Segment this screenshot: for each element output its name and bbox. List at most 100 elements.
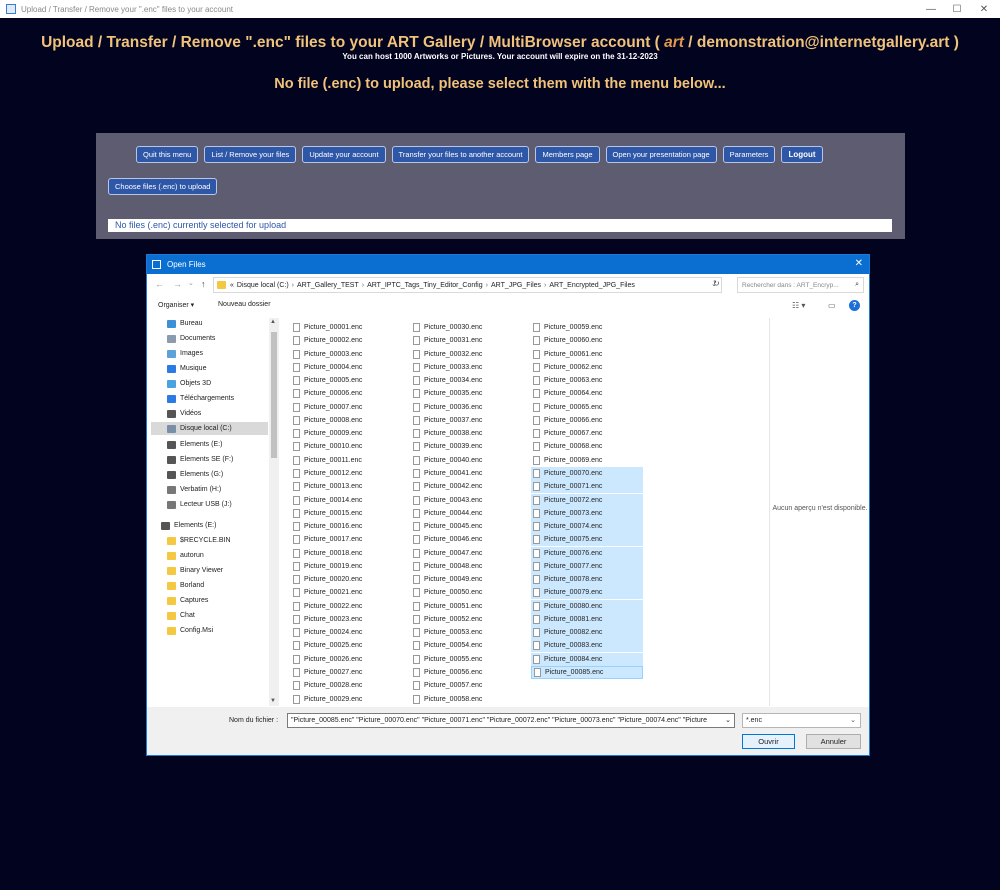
maximize-button[interactable]: ☐ [943,0,971,18]
file-item[interactable]: Picture_00009.enc [291,427,399,440]
minimize-button[interactable]: — [917,0,945,18]
file-item[interactable]: Picture_00032.enc [411,348,519,361]
file-item[interactable]: Picture_00040.enc [411,454,519,467]
file-item[interactable]: Picture_00085.enc [531,666,643,680]
file-item[interactable]: Picture_00078.enc [531,573,643,587]
nav-item[interactable]: Bureau [167,318,203,330]
navigation-scrollbar[interactable]: ▲ ▼ [269,318,279,706]
recent-dropdown-icon[interactable]: ⌄ [188,279,194,287]
file-item[interactable]: Picture_00026.enc [291,653,399,666]
file-item[interactable]: Picture_00072.enc [531,493,643,507]
scrollbar-thumb[interactable] [271,332,277,458]
file-item[interactable]: Picture_00062.enc [531,361,643,374]
file-item[interactable]: Picture_00060.enc [531,334,643,347]
list-remove-files-button[interactable]: List / Remove your files [204,146,297,163]
file-item[interactable]: Picture_00065.enc [531,401,643,414]
file-item[interactable]: Picture_00007.enc [291,401,399,414]
choose-files-button[interactable]: Choose files (.enc) to upload [108,178,218,195]
file-item[interactable]: Picture_00022.enc [291,600,399,613]
file-item[interactable]: Picture_00050.enc [411,586,519,599]
nav-item[interactable]: Chat [167,609,195,622]
nav-item[interactable]: Objets 3D [167,377,211,390]
up-arrow-icon[interactable]: ↑ [201,279,206,289]
nav-item[interactable]: Disque local (C:) [151,422,268,435]
nav-item[interactable]: Verbatim (H:) [167,483,221,496]
file-item[interactable]: Picture_00005.enc [291,374,399,387]
file-item[interactable]: Picture_00076.enc [531,546,643,560]
file-item[interactable]: Picture_00071.enc [531,480,643,494]
file-item[interactable]: Picture_00070.enc [531,466,643,480]
file-item[interactable]: Picture_00006.enc [291,387,399,400]
file-item[interactable]: Picture_00038.enc [411,427,519,440]
file-item[interactable]: Picture_00063.enc [531,374,643,387]
preview-pane-icon[interactable]: ▭ [828,301,836,310]
file-item[interactable]: Picture_00013.enc [291,480,399,493]
file-item[interactable]: Picture_00001.enc [291,321,399,334]
open-presentation-button[interactable]: Open your presentation page [605,146,717,163]
nav-item[interactable]: Images [167,347,203,360]
file-item[interactable]: Picture_00061.enc [531,348,643,361]
file-item[interactable]: Picture_00084.enc [531,652,643,666]
file-item[interactable]: Picture_00008.enc [291,414,399,427]
file-item[interactable]: Picture_00055.enc [411,653,519,666]
file-item[interactable]: Picture_00025.enc [291,639,399,652]
address-bar[interactable]: « Disque local (C:) › ART_Gallery_TEST ›… [213,277,722,293]
parameters-button[interactable]: Parameters [722,146,776,163]
nav-item[interactable]: Elements (E:) [167,438,222,451]
help-icon[interactable]: ? [849,300,860,311]
file-item[interactable]: Picture_00029.enc [291,693,399,706]
file-item[interactable]: Picture_00019.enc [291,560,399,573]
file-item[interactable]: Picture_00003.enc [291,348,399,361]
nav-item[interactable]: Vidéos [167,407,201,420]
file-item[interactable]: Picture_00030.enc [411,321,519,334]
file-item[interactable]: Picture_00042.enc [411,480,519,493]
file-item[interactable]: Picture_00043.enc [411,494,519,507]
file-item[interactable]: Picture_00045.enc [411,520,519,533]
file-item[interactable]: Picture_00079.enc [531,586,643,600]
filename-input[interactable]: "Picture_00085.enc" "Picture_00070.enc" … [287,713,735,728]
file-item[interactable]: Picture_00064.enc [531,387,643,400]
new-folder-button[interactable]: Nouveau dossier [218,301,271,308]
file-item[interactable]: Picture_00015.enc [291,507,399,520]
file-item[interactable]: Picture_00073.enc [531,506,643,520]
back-arrow-icon[interactable]: ← [155,279,164,289]
file-item[interactable]: Picture_00023.enc [291,613,399,626]
file-item[interactable]: Picture_00027.enc [291,666,399,679]
nav-item[interactable]: Borland [167,579,204,592]
cancel-button[interactable]: Annuler [806,734,861,749]
file-item[interactable]: Picture_00047.enc [411,547,519,560]
close-window-button[interactable]: ✕ [970,0,998,18]
file-item[interactable]: Picture_00082.enc [531,626,643,640]
file-item[interactable]: Picture_00036.enc [411,401,519,414]
organiser-button[interactable]: Organiser ▾ [158,301,194,309]
search-input[interactable]: Rechercher dans : ART_Encryp... ⌕ [737,277,864,293]
file-item[interactable]: Picture_00018.enc [291,547,399,560]
file-item[interactable]: Picture_00034.enc [411,374,519,387]
file-item[interactable]: Picture_00067.enc [531,427,643,440]
breadcrumb-item[interactable]: ART_Encrypted_JPG_Files [549,282,634,289]
view-options-icon[interactable]: ☷ ▾ [792,301,805,310]
file-item[interactable]: Picture_00058.enc [411,693,519,706]
nav-item[interactable]: Documents [167,332,215,345]
filename-dropdown-icon[interactable]: ⌄ [723,714,731,727]
update-account-button[interactable]: Update your account [302,146,386,163]
file-type-select[interactable]: *.enc ⌄ [742,713,861,728]
file-item[interactable]: Picture_00066.enc [531,414,643,427]
file-item[interactable]: Picture_00011.enc [291,454,399,467]
file-item[interactable]: Picture_00021.enc [291,586,399,599]
file-item[interactable]: Picture_00053.enc [411,626,519,639]
file-item[interactable]: Picture_00077.enc [531,559,643,573]
file-item[interactable]: Picture_00051.enc [411,600,519,613]
nav-item[interactable]: Binary Viewer [167,564,223,577]
breadcrumb-item[interactable]: ART_IPTC_Tags_Tiny_Editor_Config [367,282,483,289]
file-item[interactable]: Picture_00039.enc [411,440,519,453]
nav-item[interactable]: autorun [167,549,204,562]
nav-item[interactable]: Captures [167,594,208,607]
file-item[interactable]: Picture_00037.enc [411,414,519,427]
file-item[interactable]: Picture_00074.enc [531,520,643,534]
file-item[interactable]: Picture_00004.enc [291,361,399,374]
scroll-up-icon[interactable]: ▲ [270,319,276,325]
file-item[interactable]: Picture_00069.enc [531,454,643,467]
file-item[interactable]: Picture_00024.enc [291,626,399,639]
file-item[interactable]: Picture_00046.enc [411,533,519,546]
